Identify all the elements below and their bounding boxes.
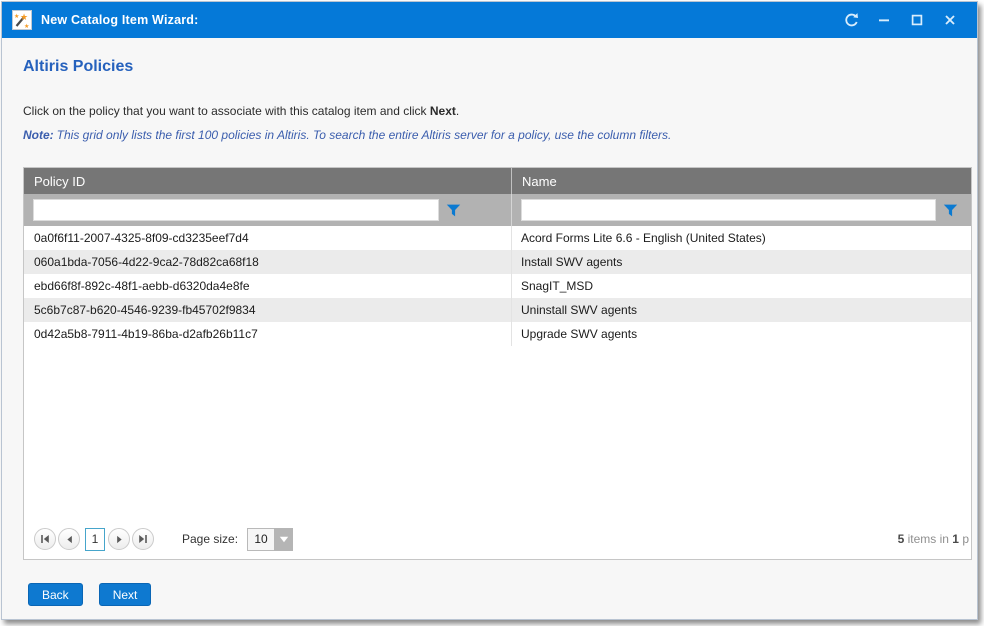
table-row[interactable]: 0a0f6f11-2007-4325-8f09-cd3235eef7d4 Aco…	[24, 226, 971, 250]
policy-id-cell: ebd66f8f-892c-48f1-aebb-d6320da4e8fe	[24, 274, 511, 298]
table-row[interactable]: ebd66f8f-892c-48f1-aebb-d6320da4e8fe Sna…	[24, 274, 971, 298]
window-title: New Catalog Item Wizard:	[41, 13, 199, 27]
page-size-dropdown[interactable]: 10	[247, 528, 293, 551]
policies-grid: Policy ID Name 0a0f6f11-200	[23, 167, 972, 560]
wizard-footer: Back Next	[28, 583, 151, 606]
name-filter-input[interactable]	[521, 199, 936, 221]
svg-text:★: ★	[14, 13, 19, 20]
policy-id-filter-cell	[24, 194, 511, 226]
table-row[interactable]: 0d42a5b8-7911-4b19-86ba-d2afb26b11c7 Upg…	[24, 322, 971, 346]
note-text: Note:This grid only lists the first 100 …	[23, 128, 671, 142]
svg-text:★: ★	[24, 23, 29, 30]
name-cell: Acord Forms Lite 6.6 - English (United S…	[511, 226, 971, 250]
note-label: Note:	[23, 128, 54, 142]
page-size-dropdown-arrow-icon[interactable]	[274, 528, 293, 551]
filter-row	[24, 194, 971, 226]
instruction-suffix: .	[456, 104, 459, 118]
svg-text:★: ★	[20, 12, 28, 22]
refresh-button[interactable]	[842, 11, 860, 29]
column-header-policy-id[interactable]: Policy ID	[24, 168, 511, 194]
name-filter-cell	[511, 194, 971, 226]
wizard-window: ★ ★ ★ New Catalog Item Wizard:	[1, 1, 978, 620]
instruction-prefix: Click on the policy that you want to ass…	[23, 104, 430, 118]
wizard-wand-icon: ★ ★ ★	[12, 10, 32, 30]
items-summary-mid: items in	[904, 532, 952, 546]
page-title: Altiris Policies	[23, 58, 133, 76]
column-header-name[interactable]: Name	[511, 168, 971, 194]
policy-id-cell: 0a0f6f11-2007-4325-8f09-cd3235eef7d4	[24, 226, 511, 250]
table-row[interactable]: 5c6b7c87-b620-4546-9239-fb45702f9834 Uni…	[24, 298, 971, 322]
name-cell: SnagIT_MSD	[511, 274, 971, 298]
first-page-button[interactable]	[34, 528, 56, 550]
policy-id-cell: 060a1bda-7056-4d22-9ca2-78d82ca68f18	[24, 250, 511, 274]
name-cell: Upgrade SWV agents	[511, 322, 971, 346]
policy-id-cell: 5c6b7c87-b620-4546-9239-fb45702f9834	[24, 298, 511, 322]
instruction-next-keyword: Next	[430, 104, 456, 118]
name-filter-funnel-icon[interactable]	[943, 204, 958, 217]
minimize-button[interactable]	[875, 11, 893, 29]
last-page-button[interactable]	[132, 528, 154, 550]
window-controls	[842, 11, 967, 29]
instruction-text: Click on the policy that you want to ass…	[23, 104, 459, 118]
policy-id-filter-funnel-icon[interactable]	[446, 204, 461, 217]
table-row[interactable]: 060a1bda-7056-4d22-9ca2-78d82ca68f18 Ins…	[24, 250, 971, 274]
back-button[interactable]: Back	[28, 583, 83, 606]
current-page-button[interactable]: 1	[85, 528, 105, 551]
pages-count: 1	[952, 532, 959, 546]
page-size-label: Page size:	[182, 532, 238, 546]
name-cell: Install SWV agents	[511, 250, 971, 274]
previous-page-button[interactable]	[58, 528, 80, 550]
page-size-value: 10	[247, 528, 274, 551]
next-page-button[interactable]	[108, 528, 130, 550]
items-summary-tail: p	[959, 532, 969, 546]
next-button[interactable]: Next	[99, 583, 152, 606]
maximize-button[interactable]	[908, 11, 926, 29]
note-body: This grid only lists the first 100 polic…	[57, 128, 672, 142]
table-body: 0a0f6f11-2007-4325-8f09-cd3235eef7d4 Aco…	[24, 226, 971, 346]
policy-id-filter-input[interactable]	[33, 199, 439, 221]
titlebar: ★ ★ ★ New Catalog Item Wizard:	[2, 2, 977, 38]
name-cell: Uninstall SWV agents	[511, 298, 971, 322]
close-button[interactable]	[941, 11, 959, 29]
pager: 1 Page size: 10 5 items in 1 p	[24, 521, 971, 559]
wizard-content: Altiris Policies Click on the policy tha…	[2, 38, 977, 617]
items-summary: 5 items in 1 p	[898, 532, 969, 546]
grid-header: Policy ID Name	[24, 168, 971, 194]
policy-id-cell: 0d42a5b8-7911-4b19-86ba-d2afb26b11c7	[24, 322, 511, 346]
